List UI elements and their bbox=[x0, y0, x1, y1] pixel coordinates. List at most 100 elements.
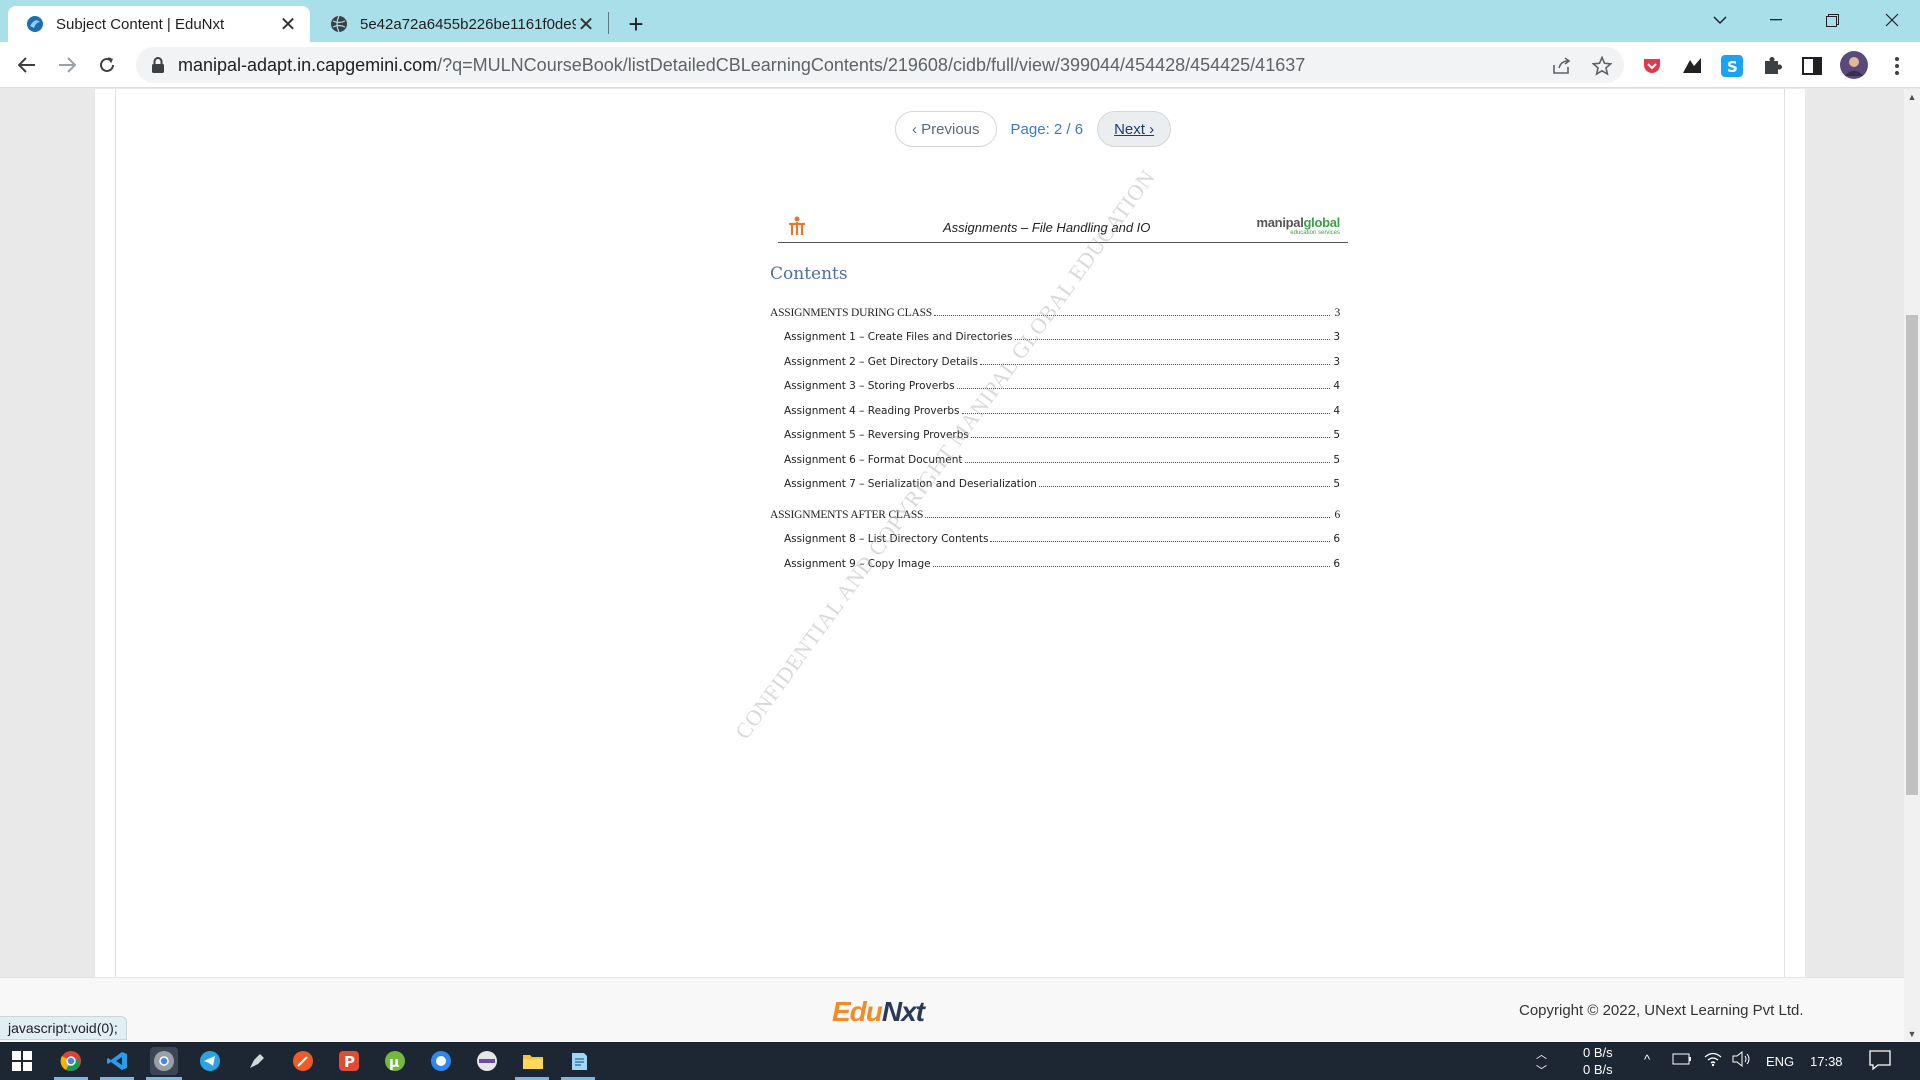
toc-leader bbox=[970, 437, 1330, 438]
toc-item-row[interactable]: Assignment 2 – Get Directory Details 3 bbox=[770, 346, 1340, 371]
brand-main: manipal bbox=[1256, 215, 1304, 230]
restore-icon[interactable] bbox=[1804, 0, 1860, 40]
toc-section-row[interactable]: ASSIGNMENTS AFTER CLASS 6 bbox=[770, 499, 1340, 524]
svg-text:S: S bbox=[1727, 58, 1738, 76]
toc-page: 6 bbox=[1333, 533, 1340, 545]
pen-app-icon[interactable] bbox=[243, 1047, 271, 1075]
svg-text:µ: µ bbox=[389, 1055, 399, 1071]
postman-icon[interactable] bbox=[289, 1047, 317, 1075]
pagination: ‹ Previous Page: 2 / 6 Next › bbox=[895, 110, 1172, 148]
scroll-up-arrow-icon[interactable]: ▲ bbox=[1904, 89, 1920, 105]
extensions-puzzle-icon[interactable] bbox=[1761, 55, 1783, 77]
clock-time[interactable]: 17:38 bbox=[1810, 1054, 1843, 1069]
language-indicator[interactable]: ENG bbox=[1766, 1054, 1794, 1069]
tab-close-icon[interactable]: ✕ bbox=[576, 14, 596, 36]
logo-nxt: Nxt bbox=[881, 996, 925, 1027]
notifications-icon[interactable] bbox=[1869, 1050, 1891, 1073]
telegram-icon[interactable] bbox=[196, 1047, 224, 1075]
toc-label: Assignment 3 – Storing Proverbs bbox=[784, 380, 955, 392]
page-viewport: ‹ Previous Page: 2 / 6 Next › Assignment… bbox=[0, 89, 1904, 1042]
tab-title: Subject Content | EduNxt bbox=[56, 15, 225, 33]
url-text: manipal-adapt.in.capgemini.com/?q=MULNCo… bbox=[178, 55, 1305, 76]
chrome-dev-icon[interactable] bbox=[150, 1047, 178, 1075]
tray-down-chevron-icon[interactable]: ﹀ bbox=[1536, 1062, 1547, 1078]
toc-leader bbox=[1014, 339, 1330, 340]
new-tab-plus-icon[interactable]: + bbox=[620, 8, 652, 40]
logo-edu: Edu bbox=[832, 996, 883, 1027]
tab-search-chevron-icon[interactable] bbox=[1692, 0, 1748, 40]
browser-tab-strip: Subject Content | EduNxt ✕ 5e42a72a6455b… bbox=[0, 0, 1920, 42]
tab-second[interactable]: 5e42a72a6455b226be1161f0de9 ✕ bbox=[312, 6, 608, 42]
tray-up-chevron-icon[interactable]: ︿ bbox=[1536, 1046, 1547, 1062]
browser-app-icon[interactable] bbox=[427, 1047, 455, 1075]
show-hidden-icons-icon[interactable]: ^ bbox=[1644, 1052, 1650, 1067]
edunxt-logo: EduNxt bbox=[832, 996, 925, 1028]
file-explorer-icon[interactable] bbox=[519, 1047, 547, 1075]
toc-page: 6 bbox=[1333, 557, 1340, 570]
toc-leader bbox=[990, 541, 1330, 542]
toc-item-row[interactable]: Assignment 3 – Storing Proverbs 4 bbox=[770, 371, 1340, 396]
reload-icon[interactable] bbox=[91, 49, 123, 81]
svg-text:P: P bbox=[344, 1053, 355, 1071]
brand-accent: global bbox=[1303, 215, 1341, 230]
page-footer: EduNxt Copyright © 2022, UNext Learning … bbox=[0, 977, 1904, 1042]
content-card: ‹ Previous Page: 2 / 6 Next › Assignment… bbox=[95, 89, 1805, 977]
vertical-scrollbar[interactable]: ▲ ▼ bbox=[1904, 89, 1920, 1042]
profile-avatar[interactable] bbox=[1840, 51, 1868, 79]
bookmark-star-icon[interactable] bbox=[1590, 54, 1614, 78]
toc-leader bbox=[1038, 486, 1330, 487]
toc-page: 4 bbox=[1333, 380, 1340, 392]
url-host: manipal-adapt.in.capgemini.com bbox=[178, 55, 438, 75]
toc-label: ASSIGNMENTS DURING CLASS bbox=[770, 306, 932, 319]
vscode-icon[interactable] bbox=[103, 1047, 131, 1075]
scroll-down-arrow-icon[interactable]: ▼ bbox=[1904, 1026, 1920, 1042]
toc-item-row[interactable]: Assignment 7 – Serialization and Deseria… bbox=[770, 469, 1340, 494]
toc-leader bbox=[956, 388, 1330, 389]
tile-app-icon[interactable] bbox=[473, 1047, 501, 1075]
edunxt-favicon-icon bbox=[27, 16, 43, 32]
toc-label: Assignment 2 – Get Directory Details bbox=[784, 355, 978, 368]
toc-page: 5 bbox=[1333, 429, 1340, 441]
manipal-figure-logo-icon bbox=[789, 216, 805, 235]
toc-item-row[interactable]: Assignment 6 – Format Document 5 bbox=[770, 444, 1340, 469]
network-upload-speed: 0 B/s bbox=[1583, 1045, 1613, 1060]
browser-menu-kebab-icon[interactable] bbox=[1886, 55, 1908, 77]
share-icon[interactable] bbox=[1550, 54, 1574, 78]
status-bar-link: javascript:void(0); bbox=[0, 1016, 127, 1040]
toc-page: 3 bbox=[1333, 331, 1340, 343]
minimize-icon[interactable] bbox=[1748, 0, 1804, 40]
notepad-icon[interactable] bbox=[565, 1047, 593, 1075]
table-of-contents: ASSIGNMENTS DURING CLASS 3 Assignment 1 –… bbox=[770, 297, 1340, 573]
tab-title: 5e42a72a6455b226be1161f0de9 bbox=[360, 15, 576, 33]
scrollbar-thumb[interactable] bbox=[1906, 315, 1918, 795]
battery-icon[interactable] bbox=[1672, 1053, 1692, 1068]
wifi-icon[interactable] bbox=[1704, 1051, 1722, 1070]
extension-s-icon[interactable]: S bbox=[1721, 55, 1743, 77]
tab-separator bbox=[608, 12, 609, 34]
pocket-extension-icon[interactable] bbox=[1641, 55, 1663, 77]
globe-icon bbox=[331, 15, 347, 33]
toc-item-row[interactable]: Assignment 5 – Reversing Proverbs 5 bbox=[770, 420, 1340, 445]
p-app-icon[interactable]: P bbox=[335, 1047, 363, 1075]
toc-leader bbox=[964, 461, 1330, 463]
chrome-icon[interactable] bbox=[57, 1047, 85, 1075]
forward-arrow-icon[interactable] bbox=[51, 49, 83, 81]
volume-icon[interactable] bbox=[1732, 1050, 1752, 1070]
toc-page: 3 bbox=[1334, 306, 1340, 319]
side-panel-icon[interactable] bbox=[1801, 55, 1823, 77]
tab-subject-content[interactable]: Subject Content | EduNxt ✕ bbox=[8, 6, 310, 42]
extension-dark-icon[interactable] bbox=[1681, 55, 1703, 77]
back-arrow-icon[interactable] bbox=[11, 49, 43, 81]
toc-item-row[interactable]: Assignment 8 – List Directory Contents 6 bbox=[770, 524, 1340, 549]
previous-page-button[interactable]: ‹ Previous bbox=[895, 111, 997, 147]
contents-heading: Contents bbox=[770, 264, 848, 284]
address-bar[interactable]: manipal-adapt.in.capgemini.com/?q=MULNCo… bbox=[136, 47, 1624, 83]
windows-start-icon[interactable] bbox=[8, 1047, 36, 1075]
toc-page: 4 bbox=[1333, 404, 1340, 417]
close-window-icon[interactable] bbox=[1864, 0, 1920, 40]
tab-close-icon[interactable]: ✕ bbox=[278, 14, 298, 36]
toc-item-row[interactable]: Assignment 4 – Reading Proverbs 4 bbox=[770, 395, 1340, 420]
next-page-button[interactable]: Next › bbox=[1097, 111, 1172, 147]
toc-leader bbox=[925, 516, 1330, 518]
utorrent-icon[interactable]: µ bbox=[381, 1047, 409, 1075]
